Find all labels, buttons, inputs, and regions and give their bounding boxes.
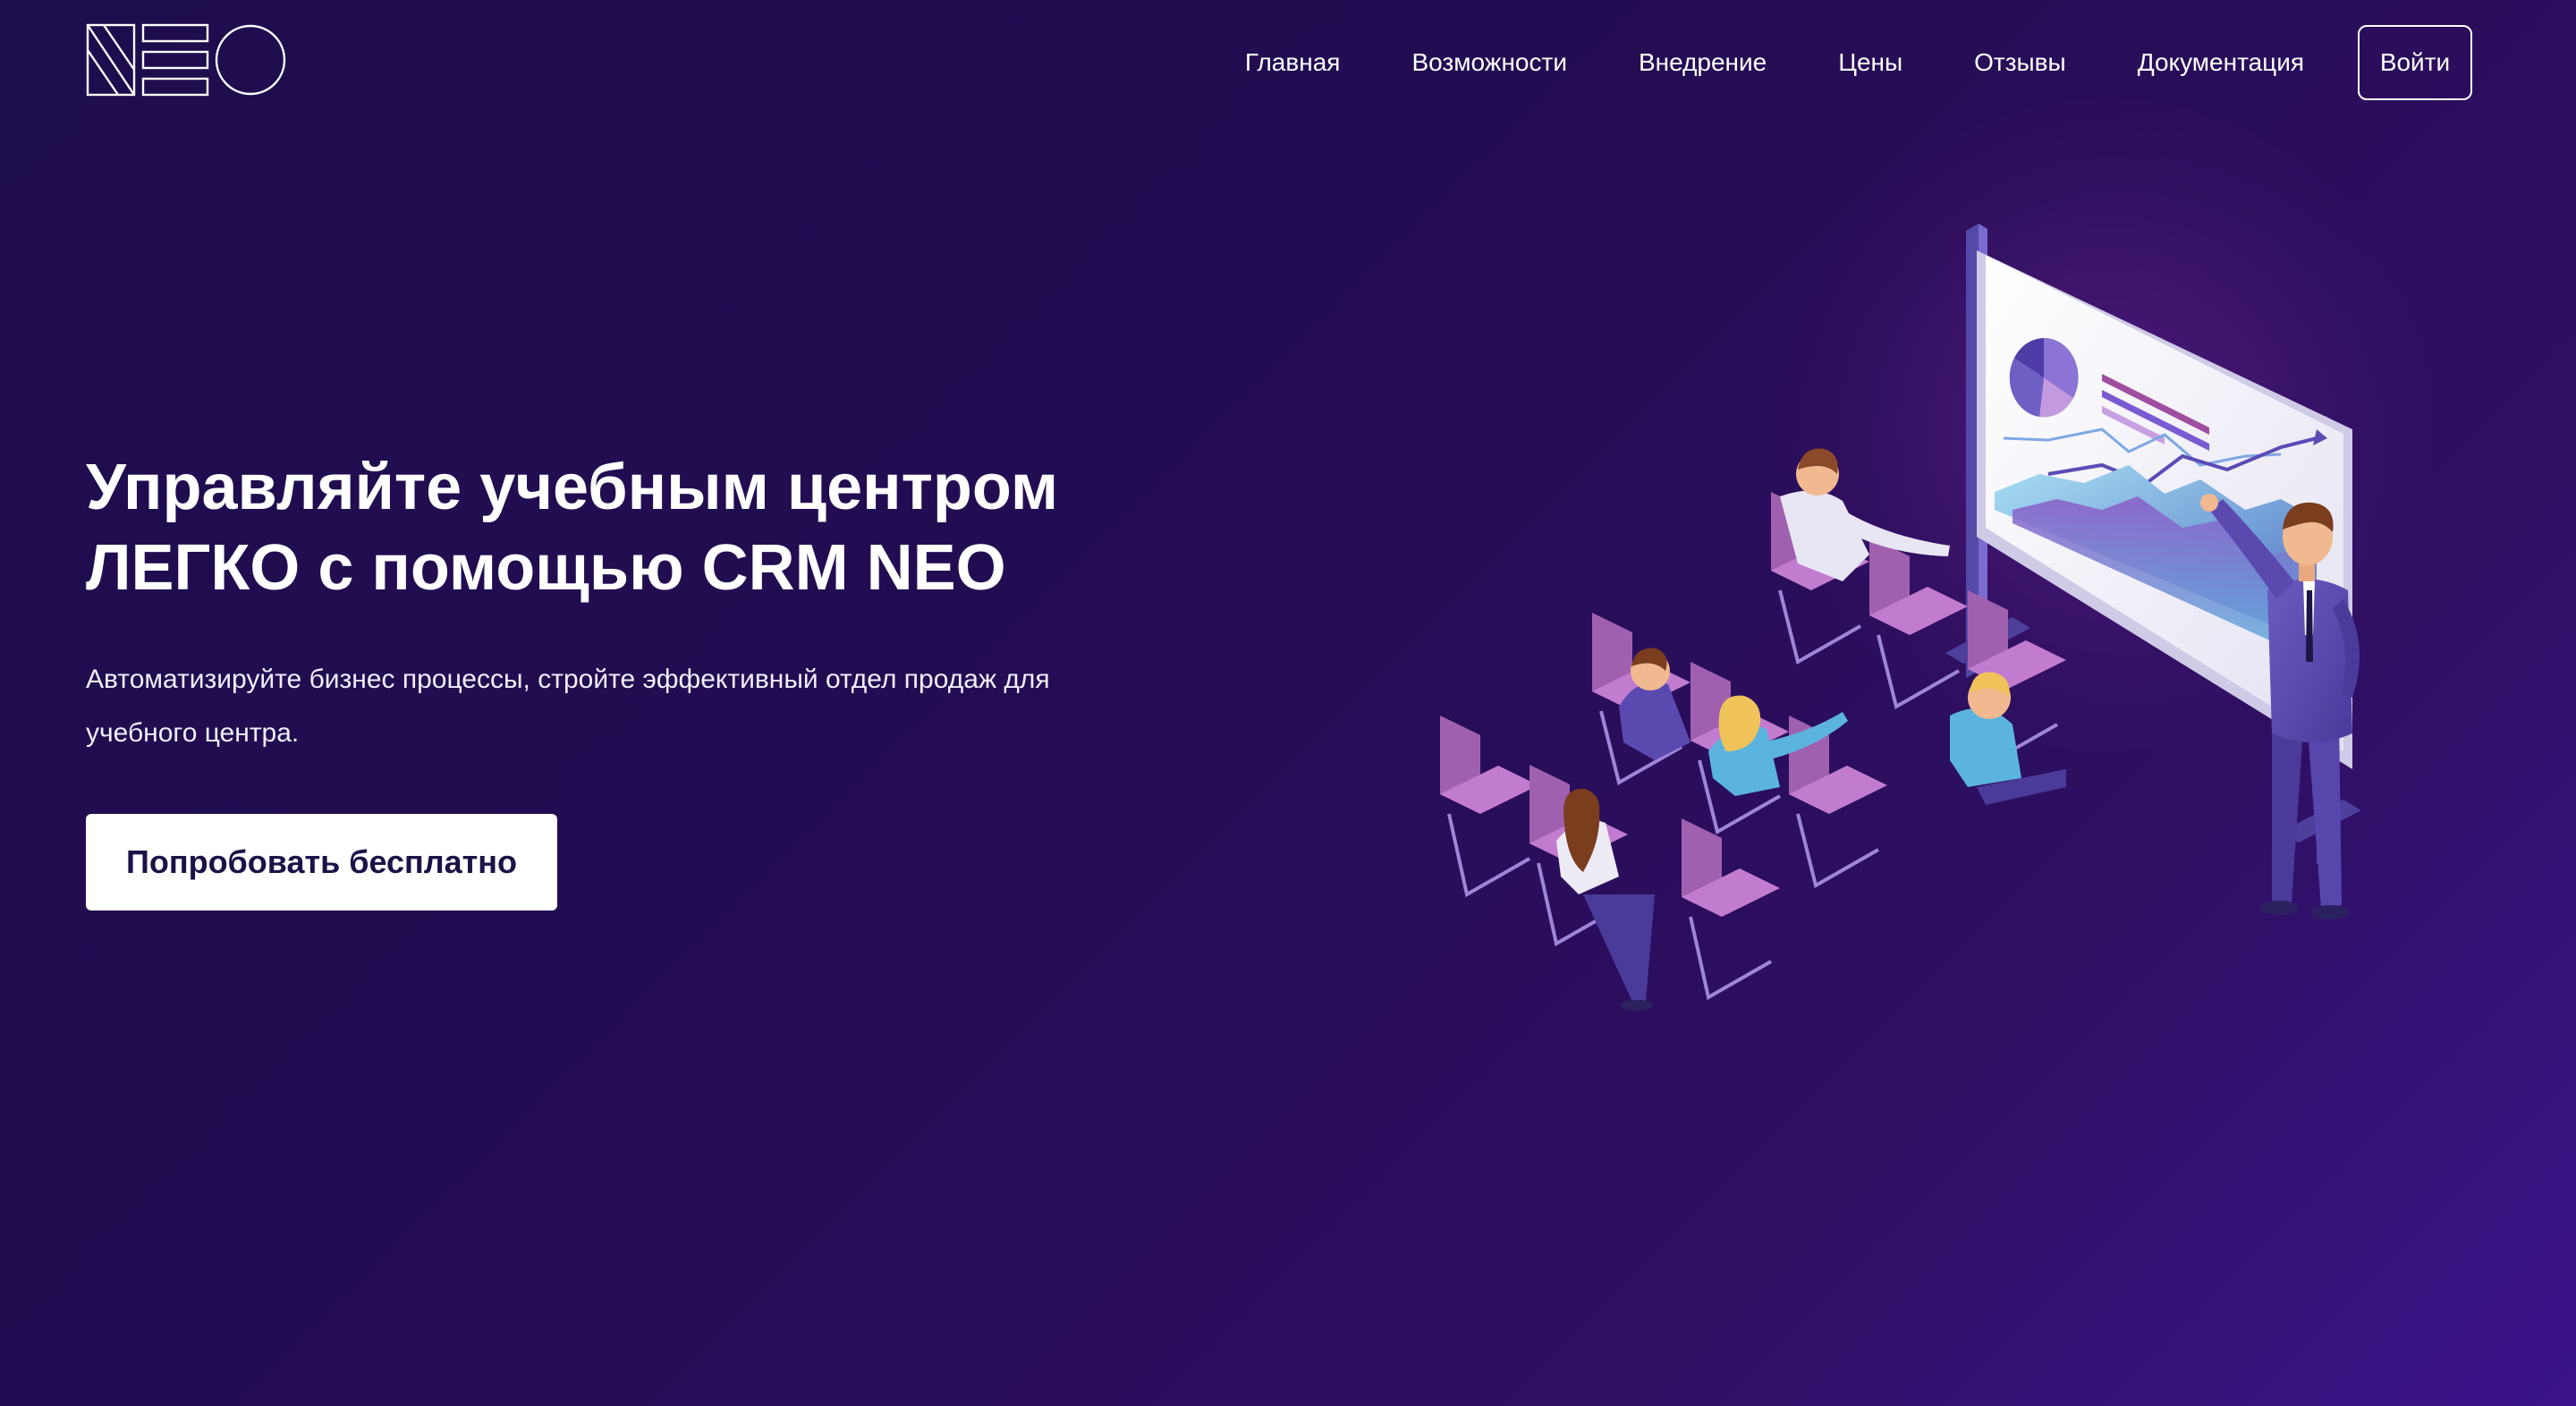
hero-title: Управляйте учебным центром ЛЕГКО с помощ…	[86, 447, 1249, 608]
try-free-button[interactable]: Попробовать бесплатно	[86, 814, 557, 911]
nav-home[interactable]: Главная	[1245, 48, 1341, 77]
nav-features[interactable]: Возможности	[1411, 48, 1567, 77]
hero-title-line1: Управляйте учебным центром	[86, 452, 1059, 523]
nav-prices[interactable]: Цены	[1838, 48, 1902, 77]
nav-implementation[interactable]: Внедрение	[1639, 48, 1767, 77]
login-button[interactable]: Войти	[2358, 25, 2472, 100]
presentation-illustration	[1422, 215, 2415, 1145]
hero-subtitle-line2: учебного центра.	[86, 718, 300, 748]
pie-chart-icon	[2009, 337, 2079, 418]
neo-logo[interactable]	[86, 23, 288, 98]
nav-documentation[interactable]: Документация	[2138, 48, 2304, 77]
hero-title-line2: ЛЕГКО с помощью CRM NEO	[86, 532, 1006, 604]
nav-reviews[interactable]: Отзывы	[1974, 48, 2066, 77]
hero-subtitle-line1: Автоматизируйте бизнес процессы, стройте…	[86, 665, 1050, 694]
hero-subtitle: Автоматизируйте бизнес процессы, стройте…	[86, 653, 1213, 760]
main-nav: Главная Возможности Внедрение Цены Отзыв…	[1245, 23, 2472, 102]
